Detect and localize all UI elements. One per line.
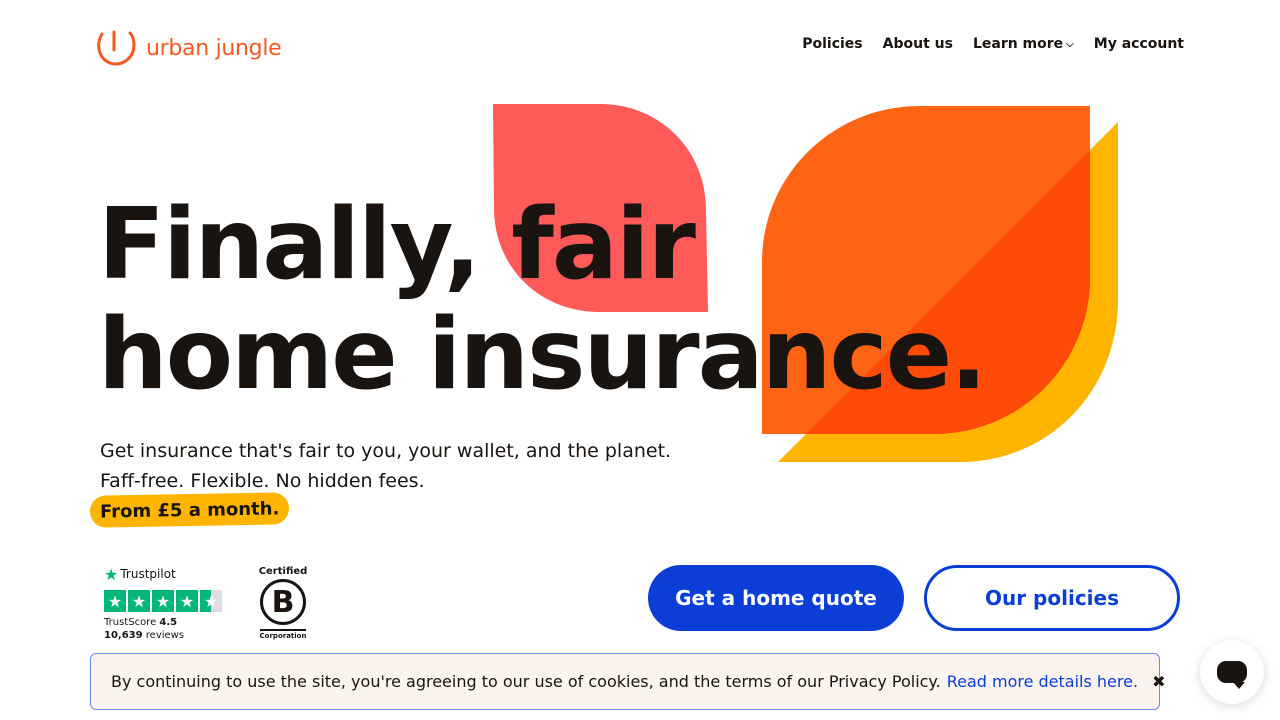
cookie-banner: By continuing to use the site, you're ag… <box>90 653 1165 710</box>
close-icon[interactable]: ✖ <box>1152 672 1165 691</box>
star-icon: ★ <box>152 590 174 612</box>
trustscore-value: 4.5 <box>159 617 178 628</box>
bcorp-certified: Certified <box>258 566 308 577</box>
trustpilot-score: TrustScore 4.5 10,639 reviews <box>104 616 234 642</box>
half-star-icon: ★ <box>200 590 222 612</box>
trustpilot-widget[interactable]: ★ Trustpilot ★ ★ ★ ★ ★ TrustScore 4.5 10… <box>104 564 234 642</box>
cookie-details-link[interactable]: Read more details here. <box>947 672 1138 691</box>
reviews-label: reviews <box>145 630 185 641</box>
brand-logo[interactable]: urban jungle <box>94 28 282 68</box>
hero-sub-line1: Get insurance that's fair to you, your w… <box>100 440 672 462</box>
nav-learn-more[interactable]: Learn more ⌵ <box>973 34 1074 54</box>
hero-headline-line1: Finally, fair <box>98 188 696 302</box>
chat-launcher-button[interactable] <box>1200 640 1264 704</box>
trustpilot-star-icon: ★ <box>104 564 119 584</box>
trustpilot-name: Trustpilot <box>120 567 176 581</box>
nav-learn-more-label: Learn more <box>972 36 1064 52</box>
star-icon: ★ <box>104 590 126 612</box>
bcorp-divider <box>260 629 306 631</box>
star-icon: ★ <box>176 590 198 612</box>
chat-bubble-icon <box>1217 661 1247 689</box>
get-home-quote-button[interactable]: Get a home quote <box>648 565 904 631</box>
bcorp-badge: Certified B Corporation <box>258 566 308 640</box>
hero-headline: Finally, fair home insurance. <box>98 188 987 412</box>
nav-about-us[interactable]: About us <box>883 34 953 54</box>
chevron-down-icon: ⌵ <box>1066 38 1074 50</box>
our-policies-button[interactable]: Our policies <box>924 565 1180 631</box>
hero-subheading: Get insurance that's fair to you, your w… <box>100 436 671 496</box>
price-pill: From £5 a month. <box>89 492 290 528</box>
star-icon: ★ <box>128 590 150 612</box>
reviews-count: 10,639 <box>104 630 143 641</box>
trustscore-label: TrustScore <box>104 617 157 628</box>
trustpilot-stars: ★ ★ ★ ★ ★ <box>104 590 234 612</box>
bcorp-b-icon: B <box>260 579 306 625</box>
hero-sub-line2: Faff-free. Flexible. No hidden fees. <box>100 470 425 492</box>
hero-headline-line2: home insurance. <box>98 298 987 412</box>
nav-my-account[interactable]: My account <box>1094 34 1184 54</box>
urban-jungle-logo-icon <box>97 30 136 66</box>
nav-policies[interactable]: Policies <box>802 34 862 54</box>
trustpilot-header: ★ Trustpilot <box>104 564 234 584</box>
main-nav: Policies About us Learn more ⌵ My accoun… <box>782 34 1184 54</box>
brand-name: urban jungle <box>146 35 282 61</box>
bcorp-corporation: Corporation <box>259 632 307 640</box>
cookie-text: By continuing to use the site, you're ag… <box>111 672 941 691</box>
